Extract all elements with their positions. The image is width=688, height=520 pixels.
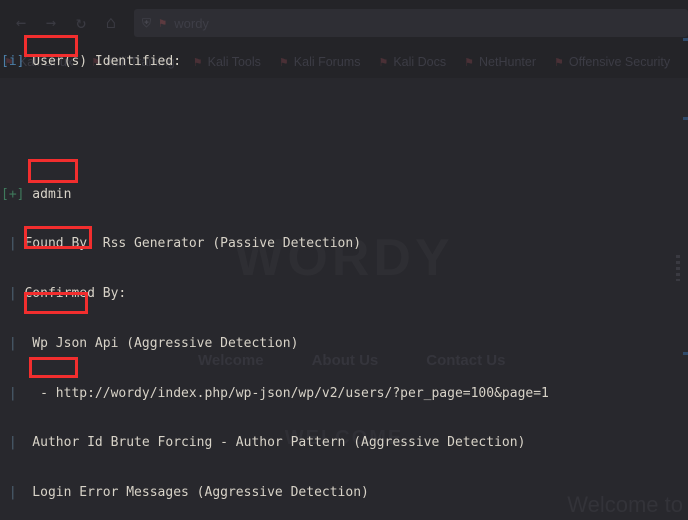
terminal-line: | - http://wordy/index.php/wp-json/wp/v2… (0, 386, 688, 403)
tree-bar: | (1, 335, 17, 351)
terminal-line: | Author Id Brute Forcing - Author Patte… (0, 435, 688, 452)
detail-text: Login Error Messages (Aggressive Detecti… (16, 485, 369, 501)
terminal-line-user-admin: [+] admin (0, 187, 688, 204)
terminal-line: | Confirmed By: (0, 286, 688, 303)
tree-bar: | (1, 435, 17, 451)
detail-text: Found By: Rss Generator (Passive Detecti… (16, 236, 362, 252)
wp-json-users-url: - http://wordy/index.php/wp-json/wp/v2/u… (16, 385, 549, 401)
terminal-line: | Login Error Messages (Aggressive Detec… (0, 485, 688, 502)
terminal-screenshot: ← → ↻ ⌂ ⛨ ⚑ wordy ⚑ Kali Linux ⚑ Kali Trai… (0, 0, 688, 520)
terminal-line: | Found By: Rss Generator (Passive Detec… (0, 236, 688, 253)
tree-bar: | (1, 485, 17, 501)
tree-bar: | (1, 385, 17, 401)
tree-bar: | (1, 236, 17, 252)
detail-text: Author Id Brute Forcing - Author Pattern… (16, 435, 526, 451)
users-identified-label: User(s) Identified: (24, 53, 182, 69)
terminal-line: [i] User(s) Identified: (0, 54, 688, 71)
found-tag: [+] (1, 186, 25, 202)
info-tag: [i] (1, 53, 25, 69)
tree-bar: | (1, 286, 17, 302)
detail-text: Confirmed By: (16, 286, 127, 302)
detail-text: Wp Json Api (Aggressive Detection) (16, 335, 299, 351)
terminal-line: | Wp Json Api (Aggressive Detection) (0, 336, 688, 353)
terminal-output: [i] User(s) Identified: [+] admin | Foun… (0, 0, 688, 520)
username-admin: admin (24, 186, 72, 202)
